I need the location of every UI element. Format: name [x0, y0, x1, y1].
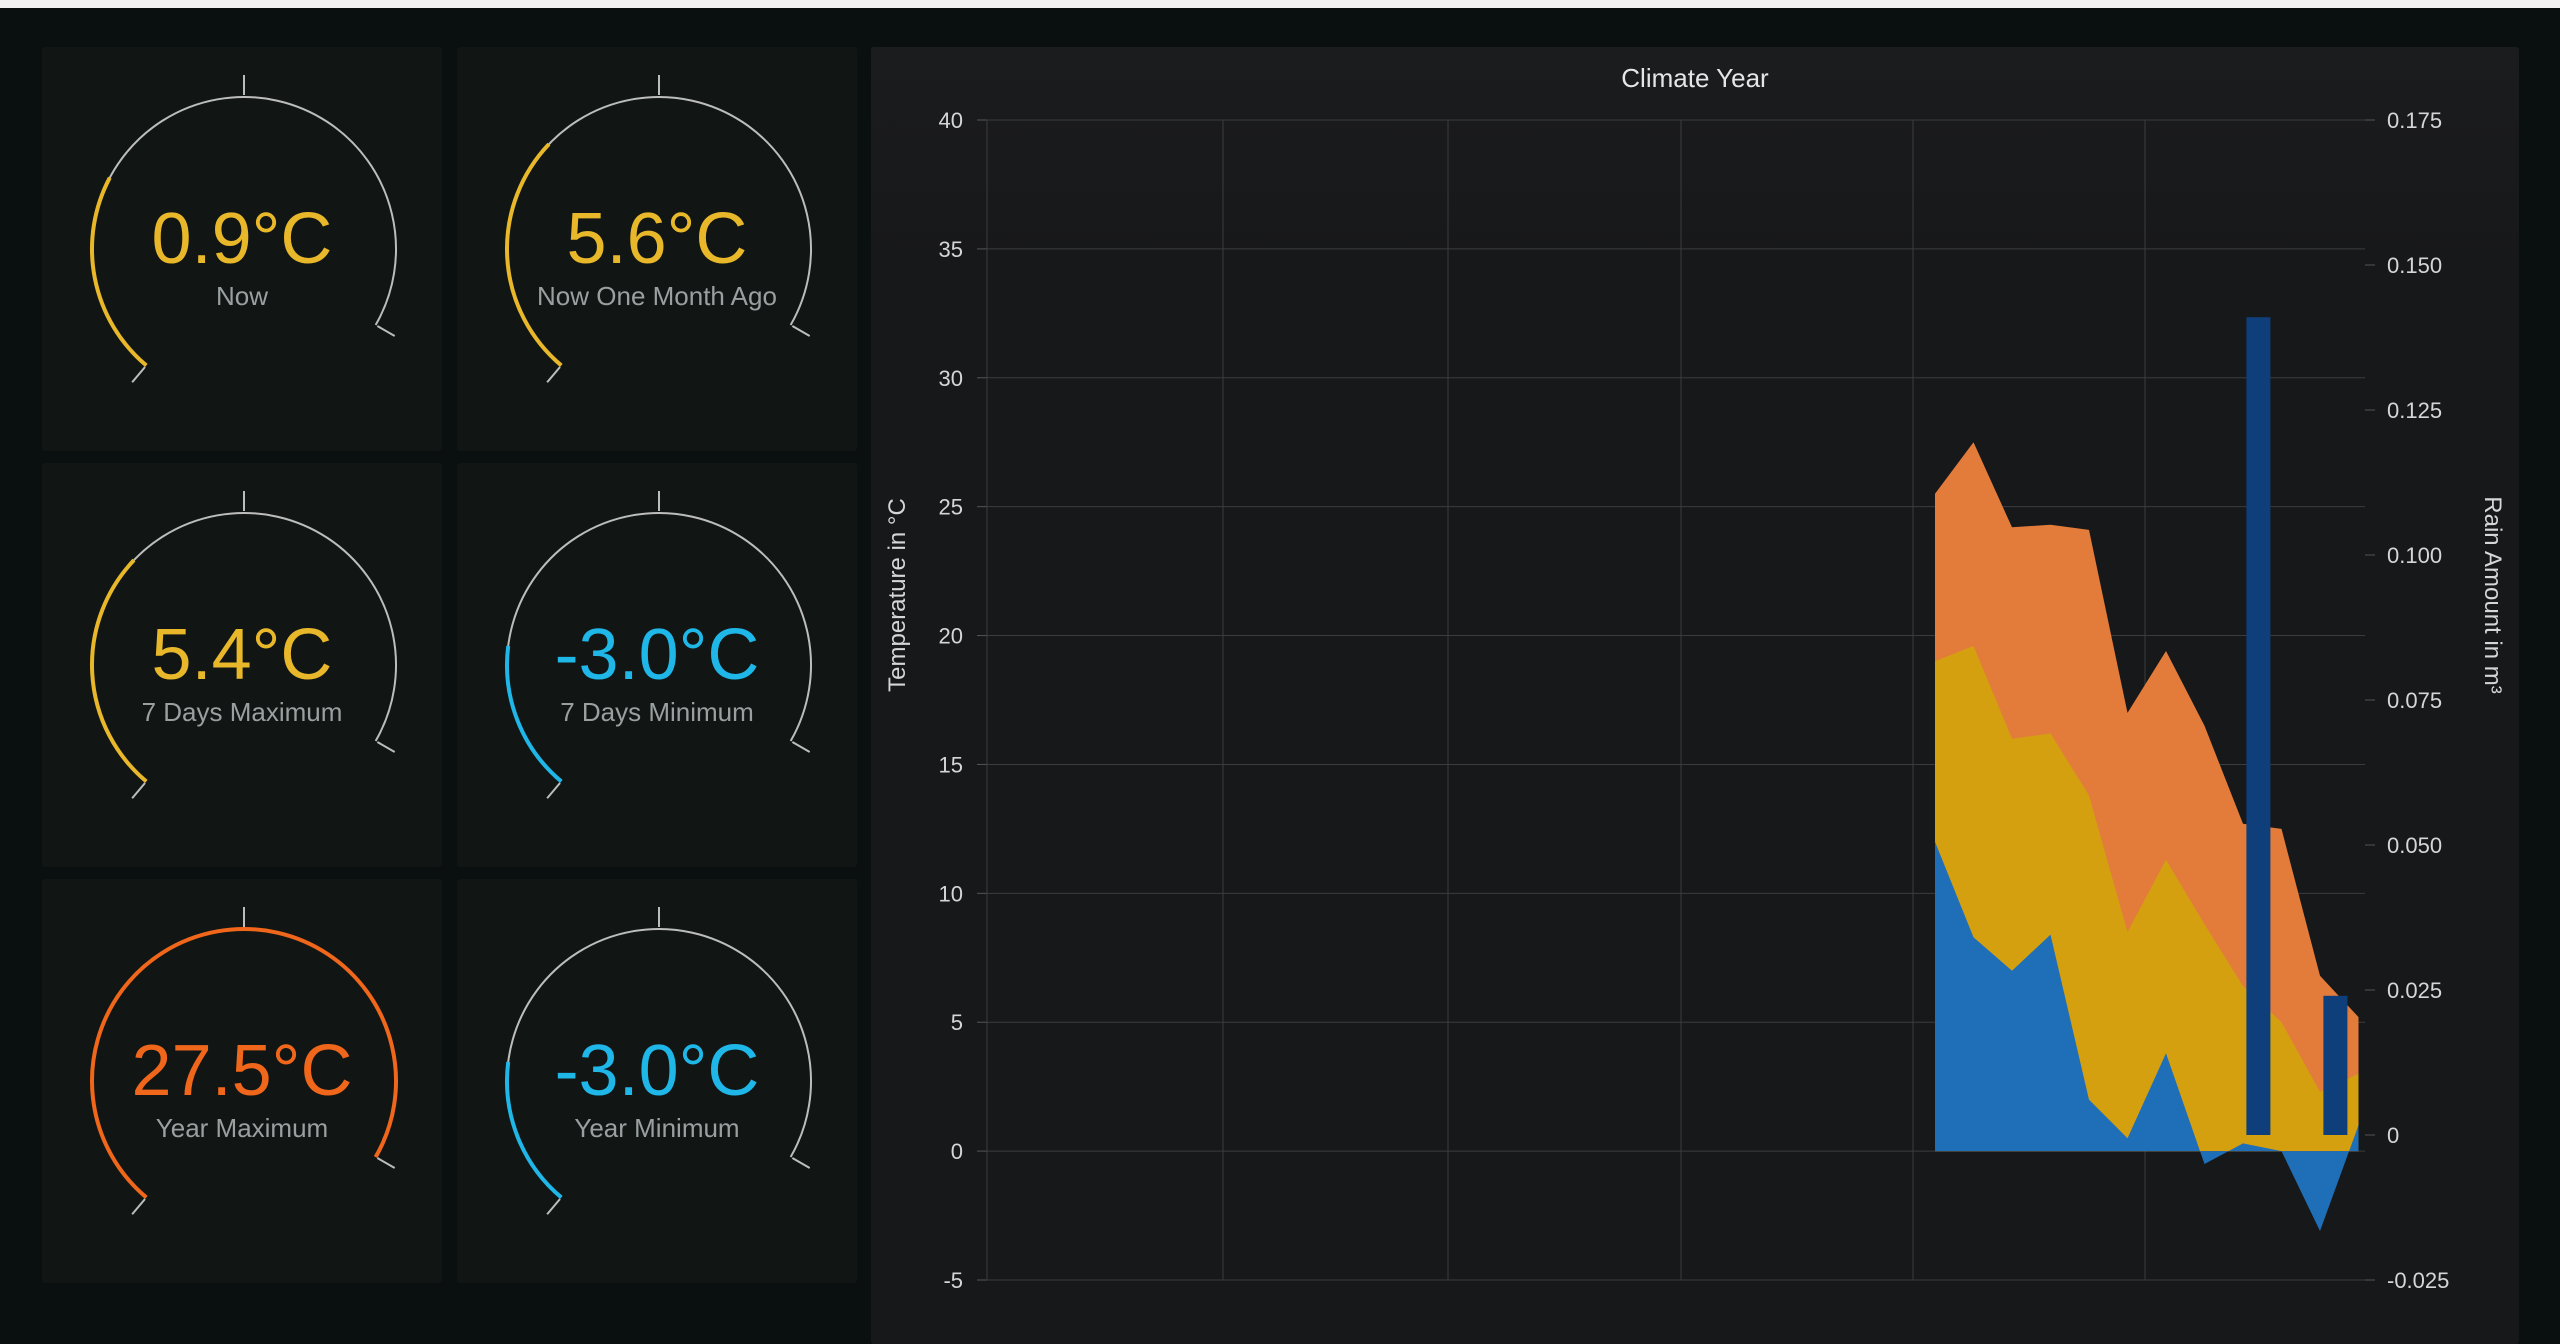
gauge-panel: -3.0°C Year Minimum — [457, 879, 857, 1283]
y2-tick-label: 0.100 — [2387, 543, 2442, 568]
gauge-value: 5.6°C — [566, 199, 748, 279]
climate-year-panel: Climate Year -5 0 5 10 15 20 25 30 35 40 -0.025 0 0.… — [871, 47, 2519, 1344]
gauge-tick — [546, 1198, 561, 1215]
y2-tick-label: -0.025 — [2387, 1268, 2449, 1293]
y2-tick-label: 0.075 — [2387, 688, 2442, 713]
y2-tick-label: 0.150 — [2387, 253, 2442, 278]
gauge-tick — [131, 782, 146, 799]
gauge-tick — [791, 1157, 811, 1169]
gauge-value: -3.0°C — [554, 615, 760, 695]
rain-bar-0 — [2246, 317, 2271, 1135]
rain-bar-1 — [2323, 995, 2348, 1135]
gauge-panel: 27.5°C Year Maximum — [42, 879, 442, 1283]
gauge-tick — [376, 1157, 396, 1169]
gauge-tick — [791, 741, 811, 753]
gauge-tick — [131, 366, 146, 383]
y2-tick-label: 0.125 — [2387, 398, 2442, 423]
y2-axis-label: Rain Amount in m³ — [2479, 496, 2506, 693]
gauge-tick — [546, 366, 561, 383]
gauge-label: 7 Days Maximum — [141, 697, 343, 727]
gauge-value: 27.5°C — [131, 1031, 353, 1111]
gauge-label: Year Minimum — [574, 1113, 740, 1143]
gauge-tick — [131, 1198, 146, 1215]
gauge-label: Now — [215, 281, 268, 311]
series-group — [1935, 317, 2359, 1231]
y-tick-label: 20 — [939, 624, 963, 649]
gauge-tick — [376, 325, 396, 337]
gauge-tick — [791, 325, 811, 337]
top-bar — [0, 0, 2560, 8]
y-tick-label: 5 — [951, 1010, 963, 1035]
gauge-label: Now One Month Ago — [537, 281, 777, 311]
gauge-panel: -3.0°C 7 Days Minimum — [457, 463, 857, 867]
y-tick-label: 40 — [939, 108, 963, 133]
y2-tick-label: 0.175 — [2387, 108, 2442, 133]
gauge-label: 7 Days Minimum — [560, 697, 754, 727]
y-tick-label: 15 — [939, 752, 963, 777]
gauge-tick — [546, 782, 561, 799]
climate-year-chart: -5 0 5 10 15 20 25 30 35 40 -0.025 0 0.025 0.050 0.075… — [884, 108, 2506, 1293]
gauge-panel: 0.9°C Now — [42, 47, 442, 451]
y-axis-label: Temperature in °C — [884, 498, 911, 692]
y-tick-label: 0 — [951, 1139, 963, 1164]
y2-tick-label: 0.025 — [2387, 978, 2442, 1003]
y-tick-label: 30 — [939, 366, 963, 391]
gauge-value: 0.9°C — [151, 199, 333, 279]
gauge-label: Year Maximum — [155, 1113, 329, 1143]
gauge-panel: 5.6°C Now One Month Ago — [457, 47, 857, 451]
y2-tick-label: 0 — [2387, 1123, 2399, 1148]
gauge-panel: 5.4°C 7 Days Maximum — [42, 463, 442, 867]
y2-tick-label: 0.050 — [2387, 833, 2442, 858]
y-tick-label: 25 — [939, 495, 963, 520]
y-tick-label: 35 — [939, 237, 963, 262]
y-tick-label: -5 — [943, 1268, 963, 1293]
gauge-value: -3.0°C — [554, 1031, 760, 1111]
y-tick-label: 10 — [939, 881, 963, 906]
gauge-value: 5.4°C — [151, 615, 333, 695]
gauge-tick — [376, 741, 396, 753]
